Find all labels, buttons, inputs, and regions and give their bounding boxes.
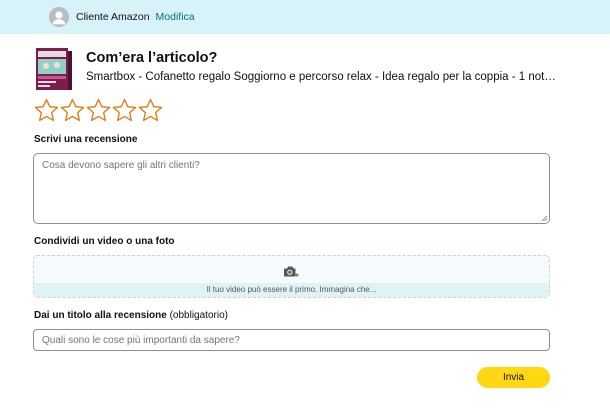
user-avatar-icon [49,7,69,27]
star-4-icon[interactable] [111,97,138,124]
resize-handle-icon[interactable] [541,215,548,222]
review-title-label-text: Dai un titolo alla recensione [34,310,167,321]
star-5-icon[interactable] [137,97,164,124]
product-summary: Com’era l’articolo? Smartbox - Cofanetto… [34,46,556,92]
review-title-input[interactable] [33,329,550,351]
star-2-icon[interactable] [59,97,86,124]
review-label: Scrivi una recensione [34,134,138,145]
submit-button[interactable]: Invia [477,367,550,388]
review-title-label: Dai un titolo alla recensione (obbligato… [34,310,228,321]
product-title: Smartbox - Cofanetto regalo Soggiorno e … [86,71,556,83]
star-3-icon[interactable] [85,97,112,124]
upload-hint-text: Il tuo video può essere il primo. Immagi… [206,285,377,294]
media-upload-area[interactable]: Il tuo video può essere il primo. Immagi… [33,255,550,298]
user-name: Cliente Amazon [76,11,150,23]
edit-profile-link[interactable]: Modifica [156,11,195,23]
star-rating[interactable] [33,97,163,124]
camera-add-icon [284,266,299,277]
rating-question: Com’era l’articolo? [86,50,218,66]
media-label: Condividi un video o una foto [34,236,175,247]
required-indicator: (obbligatorio) [169,310,228,321]
star-1-icon[interactable] [33,97,60,124]
customer-header: Cliente Amazon Modifica [0,0,610,34]
review-textarea[interactable] [33,153,550,224]
product-thumbnail [34,46,74,92]
